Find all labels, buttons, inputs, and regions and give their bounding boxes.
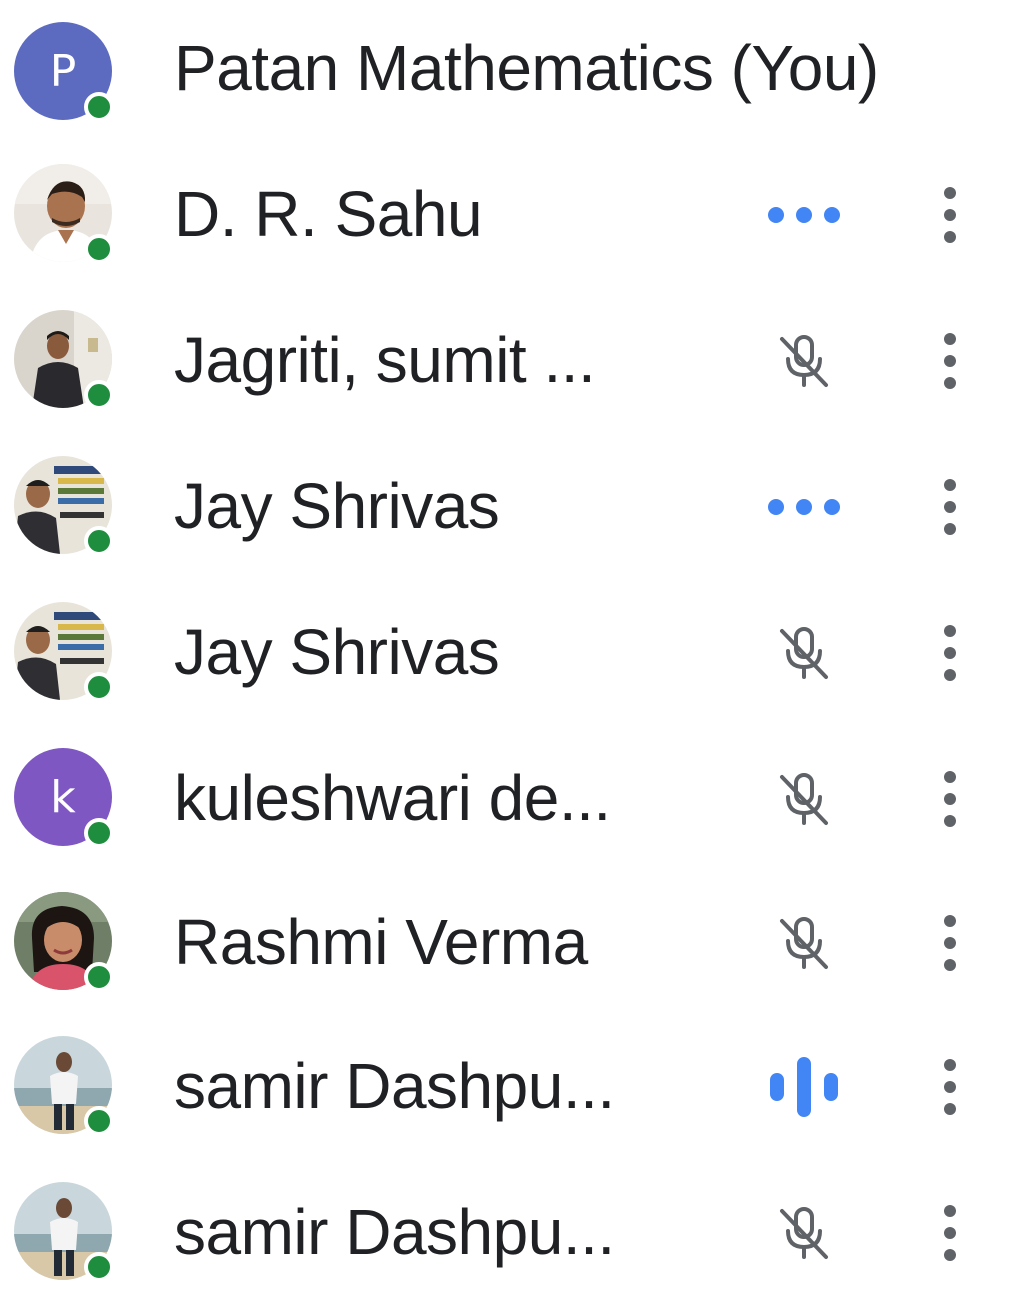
audio-level-icon (762, 1052, 846, 1122)
participant-name: Jagriti, sumit ... (174, 324, 596, 396)
more-horiz-icon (762, 180, 846, 250)
online-status-dot (84, 672, 114, 702)
avatar (14, 602, 114, 702)
avatar: k (14, 748, 114, 848)
participant-row[interactable]: P Patan Mathematics (You) (0, 0, 1024, 146)
participant-row[interactable]: Jay Shrivas (0, 580, 1024, 726)
avatar (14, 456, 114, 556)
participant-row[interactable]: Jay Shrivas (0, 434, 1024, 580)
avatar-initial: P (49, 45, 77, 97)
more-vert-icon[interactable] (926, 321, 974, 401)
participant-list: P Patan Mathematics (You) D. R. Sahu Jag… (0, 0, 1024, 1292)
avatar (14, 164, 114, 264)
participant-name: Jay Shrivas (174, 470, 500, 542)
online-status-dot (84, 380, 114, 410)
more-vert-icon[interactable] (926, 613, 974, 693)
online-status-dot (84, 1252, 114, 1282)
mic-off-icon (762, 618, 846, 688)
avatar: P (14, 22, 114, 122)
participant-row[interactable]: k kuleshwari de... (0, 726, 1024, 872)
more-vert-icon[interactable] (926, 759, 974, 839)
participant-name: Patan Mathematics (You) (174, 32, 879, 104)
participant-name: D. R. Sahu (174, 178, 483, 250)
online-status-dot (84, 92, 114, 122)
participant-name: samir Dashpu... (174, 1050, 615, 1122)
online-status-dot (84, 526, 114, 556)
participant-row[interactable]: Jagriti, sumit ... (0, 288, 1024, 434)
online-status-dot (84, 818, 114, 848)
participant-row[interactable]: D. R. Sahu (0, 142, 1024, 288)
online-status-dot (84, 234, 114, 264)
avatar (14, 1182, 114, 1282)
mic-off-icon (762, 908, 846, 978)
participant-row[interactable]: samir Dashpu... (0, 1160, 1024, 1306)
more-vert-icon[interactable] (926, 467, 974, 547)
participant-row[interactable]: Rashmi Verma (0, 870, 1024, 1016)
online-status-dot (84, 1106, 114, 1136)
avatar-initial: k (50, 771, 76, 823)
participant-name: Jay Shrivas (174, 616, 500, 688)
mic-off-icon (762, 764, 846, 834)
avatar (14, 892, 114, 992)
more-vert-icon[interactable] (926, 1193, 974, 1273)
participant-name: samir Dashpu... (174, 1196, 615, 1268)
more-vert-icon[interactable] (926, 903, 974, 983)
more-vert-icon[interactable] (926, 1047, 974, 1127)
online-status-dot (84, 962, 114, 992)
mic-off-icon (762, 326, 846, 396)
mic-off-icon (762, 1198, 846, 1268)
participant-row[interactable]: samir Dashpu... (0, 1014, 1024, 1160)
avatar (14, 1036, 114, 1136)
avatar (14, 310, 114, 410)
participant-name: kuleshwari de... (174, 762, 611, 834)
more-horiz-icon (762, 472, 846, 542)
participant-name: Rashmi Verma (174, 906, 588, 978)
more-vert-icon[interactable] (926, 175, 974, 255)
